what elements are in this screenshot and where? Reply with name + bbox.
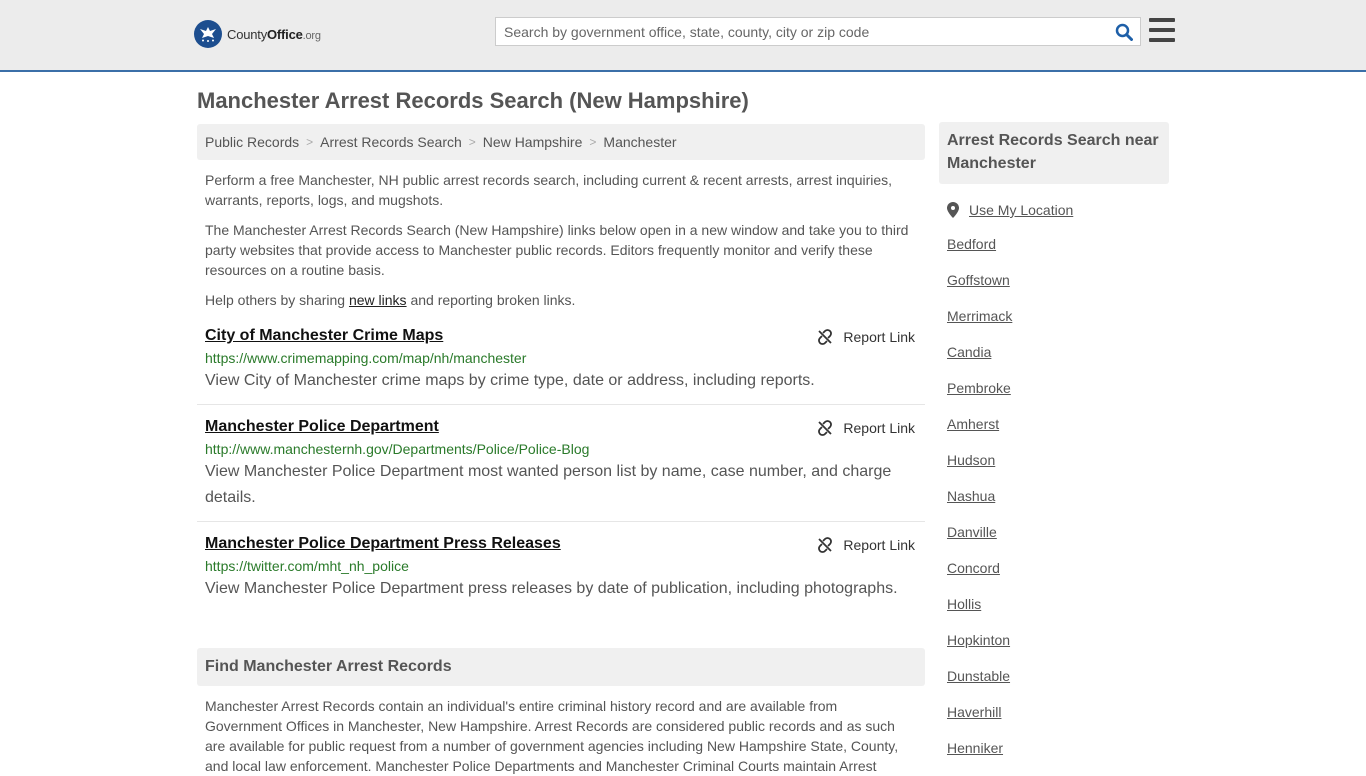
search-input[interactable]	[496, 18, 1108, 45]
list-item: Henniker	[947, 740, 1169, 776]
find-records-body: Manchester Arrest Records contain an ind…	[205, 698, 899, 774]
breadcrumb-arrest-records-search[interactable]: Arrest Records Search	[320, 134, 462, 150]
report-link-label: Report Link	[843, 329, 915, 345]
city-link[interactable]: Amherst	[947, 416, 999, 432]
record-link-url: https://twitter.com/mht_nh_police	[205, 558, 409, 574]
use-my-location: Use My Location	[939, 202, 1169, 218]
breadcrumb: Public Records > Arrest Records Search >…	[197, 124, 925, 160]
list-item: Manchester Police Department Press Relea…	[197, 522, 925, 612]
search-icon	[1115, 23, 1133, 41]
share-links-note: Help others by sharing new links and rep…	[205, 292, 576, 308]
report-link-button[interactable]: Report Link	[817, 420, 915, 436]
breadcrumb-separator: >	[589, 135, 597, 149]
breadcrumb-current: Manchester	[603, 134, 677, 150]
list-item: Hopkinton	[947, 632, 1169, 668]
city-link[interactable]: Danville	[947, 524, 997, 540]
map-pin-icon	[947, 202, 959, 218]
report-link-button[interactable]: Report Link	[817, 537, 915, 553]
list-item: Bedford	[947, 236, 1169, 272]
list-item: Dunstable	[947, 668, 1169, 704]
record-link-description: View Manchester Police Department press …	[205, 580, 898, 597]
list-item: Danville	[947, 524, 1169, 560]
broken-link-icon	[818, 537, 833, 553]
city-link[interactable]: Merrimack	[947, 308, 1012, 324]
page-title: Manchester Arrest Records Search (New Ha…	[197, 88, 749, 113]
city-link[interactable]: Hopkinton	[947, 632, 1010, 648]
breadcrumb-public-records[interactable]: Public Records	[205, 134, 299, 150]
main-content: Public Records > Arrest Records Search >…	[197, 124, 925, 776]
record-link-title[interactable]: Manchester Police Department	[205, 415, 439, 439]
hamburger-menu-icon[interactable]	[1149, 18, 1175, 42]
city-link[interactable]: Hudson	[947, 452, 995, 468]
city-link[interactable]: Concord	[947, 560, 1000, 576]
nearby-city-list: Bedford Goffstown Merrimack Candia Pembr…	[939, 236, 1169, 776]
record-link-title[interactable]: Manchester Police Department Press Relea…	[205, 532, 561, 556]
city-link[interactable]: Pembroke	[947, 380, 1011, 396]
list-item: Merrimack	[947, 308, 1169, 344]
list-item: Amherst	[947, 416, 1169, 452]
report-link-label: Report Link	[843, 537, 915, 553]
record-link-url: http://www.manchesternh.gov/Departments/…	[205, 441, 590, 457]
city-link[interactable]: Nashua	[947, 488, 995, 504]
record-link-url: https://www.crimemapping.com/map/nh/manc…	[205, 350, 527, 366]
city-link[interactable]: Candia	[947, 344, 991, 360]
use-my-location-link[interactable]: Use My Location	[969, 202, 1073, 218]
list-item: City of Manchester Crime Maps https://ww…	[197, 324, 925, 405]
search-bar	[495, 17, 1141, 46]
records-links-list: City of Manchester Crime Maps https://ww…	[197, 324, 925, 612]
breadcrumb-separator: >	[468, 135, 476, 149]
list-item: Concord	[947, 560, 1169, 596]
list-item: Hollis	[947, 596, 1169, 632]
find-records-heading: Find Manchester Arrest Records	[197, 648, 925, 686]
site-header: CountyOffice.org	[0, 0, 1366, 72]
record-link-description: View Manchester Police Department most w…	[205, 463, 892, 506]
nearby-sidebar: Arrest Records Search near Manchester Us…	[939, 122, 1169, 776]
logo-text: CountyOffice.org	[227, 26, 321, 42]
city-link[interactable]: Henniker	[947, 740, 1003, 756]
list-item: Manchester Police Department http://www.…	[197, 405, 925, 522]
list-item: Candia	[947, 344, 1169, 380]
report-link-label: Report Link	[843, 420, 915, 436]
eagle-seal-icon	[194, 20, 222, 48]
list-item: Pembroke	[947, 380, 1169, 416]
city-link[interactable]: Bedford	[947, 236, 996, 252]
intro-text: Perform a free Manchester, NH public arr…	[197, 170, 925, 310]
sidebar-heading: Arrest Records Search near Manchester	[939, 122, 1169, 184]
city-link[interactable]: Goffstown	[947, 272, 1010, 288]
intro-paragraph: Perform a free Manchester, NH public arr…	[205, 172, 893, 208]
report-link-button[interactable]: Report Link	[817, 329, 915, 345]
site-logo[interactable]: CountyOffice.org	[194, 20, 321, 48]
intro-paragraph: The Manchester Arrest Records Search (Ne…	[205, 222, 909, 278]
list-item: Nashua	[947, 488, 1169, 524]
broken-link-icon	[818, 329, 833, 345]
breadcrumb-separator: >	[306, 135, 314, 149]
new-links-link[interactable]: new links	[349, 292, 407, 308]
city-link[interactable]: Hollis	[947, 596, 981, 612]
broken-link-icon	[818, 420, 833, 436]
breadcrumb-new-hampshire[interactable]: New Hampshire	[483, 134, 583, 150]
record-link-title[interactable]: City of Manchester Crime Maps	[205, 324, 443, 348]
city-link[interactable]: Dunstable	[947, 668, 1010, 684]
list-item: Hudson	[947, 452, 1169, 488]
list-item: Goffstown	[947, 272, 1169, 308]
list-item: Haverhill	[947, 704, 1169, 740]
city-link[interactable]: Haverhill	[947, 704, 1001, 720]
record-link-description: View City of Manchester crime maps by cr…	[205, 372, 815, 389]
search-button[interactable]	[1108, 18, 1140, 45]
